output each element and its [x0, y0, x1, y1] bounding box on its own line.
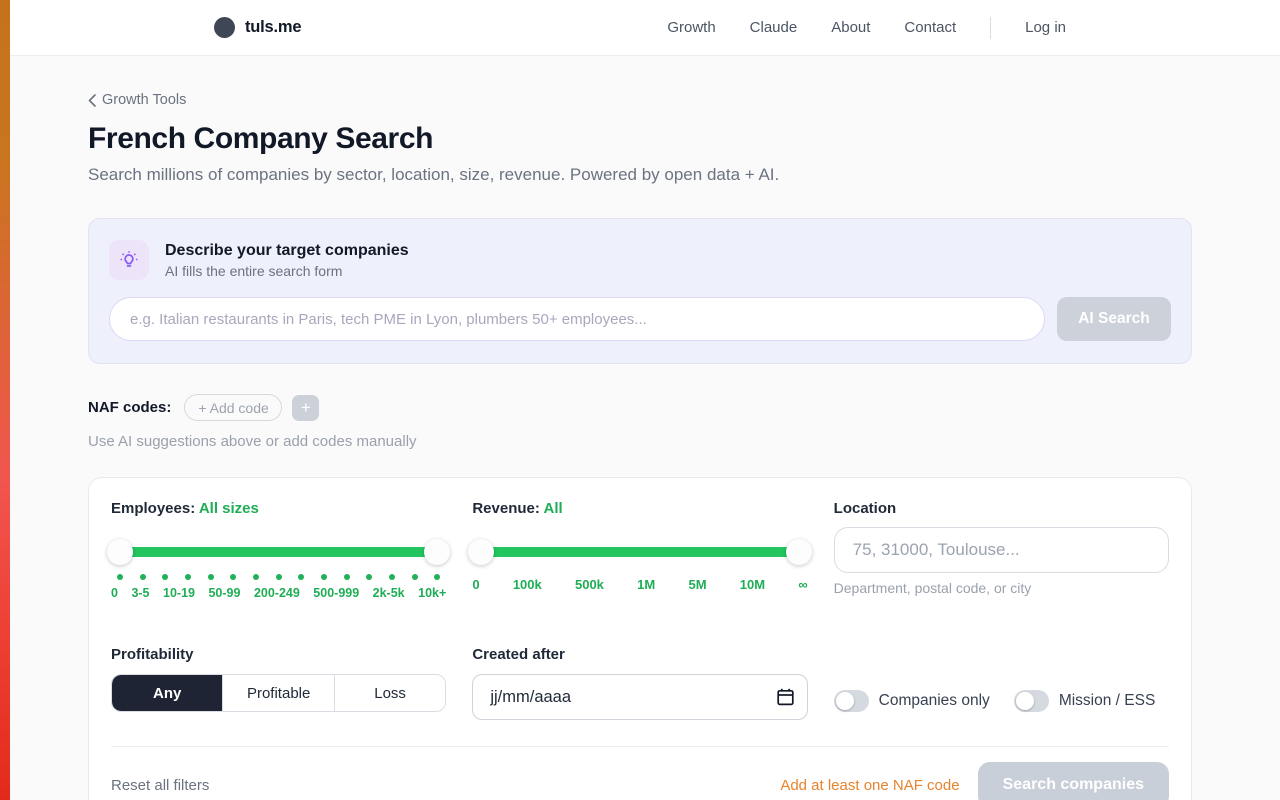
- toggle-filters: Companies only Mission / ESS: [834, 646, 1169, 720]
- profitability-label: Profitability: [111, 646, 446, 663]
- profitability-option-profitable[interactable]: Profitable: [222, 675, 333, 711]
- revenue-value: All: [543, 500, 562, 517]
- employees-range-slider: [111, 539, 446, 565]
- employees-slider-handle-max[interactable]: [424, 539, 450, 565]
- companies-only-toggle[interactable]: [834, 690, 869, 712]
- location-filter: Location Department, postal code, or cit…: [834, 500, 1169, 600]
- profitability-option-any[interactable]: Any: [112, 675, 222, 711]
- created-after-date-input[interactable]: [472, 674, 807, 720]
- location-label: Location: [834, 500, 1169, 517]
- revenue-slider-track: [478, 547, 801, 557]
- mission-ess-toggle-item[interactable]: Mission / ESS: [1014, 690, 1155, 712]
- revenue-slider-handle-max[interactable]: [786, 539, 812, 565]
- brand-circle-icon: [214, 17, 235, 38]
- nav-item-growth[interactable]: Growth: [667, 19, 715, 36]
- chevron-left-icon: [88, 94, 96, 107]
- naf-codes-label: NAF codes:: [88, 399, 171, 416]
- mission-ess-toggle[interactable]: [1014, 690, 1049, 712]
- main-content: Growth Tools French Company Search Searc…: [88, 92, 1192, 800]
- breadcrumb[interactable]: Growth Tools: [88, 92, 186, 108]
- location-input[interactable]: [834, 527, 1169, 573]
- calendar-icon[interactable]: [777, 688, 794, 706]
- mission-ess-label: Mission / ESS: [1059, 692, 1155, 710]
- companies-only-label: Companies only: [879, 692, 990, 710]
- employees-slider-track: [117, 547, 440, 557]
- search-companies-button[interactable]: Search companies: [978, 762, 1169, 800]
- brand-logo[interactable]: tuls.me: [214, 17, 301, 38]
- main-nav: Growth Claude About Contact Log in: [667, 17, 1066, 39]
- profitability-segmented-control: Any Profitable Loss: [111, 674, 446, 712]
- revenue-tick-labels: 0 100k 500k 1M 5M 10M ∞: [472, 577, 807, 592]
- ai-describe-panel: Describe your target companies AI fills …: [88, 218, 1192, 364]
- panel-footer: Reset all filters Add at least one NAF c…: [111, 762, 1169, 800]
- revenue-slider-handle-min[interactable]: [468, 539, 494, 565]
- ai-description-input[interactable]: [109, 297, 1045, 341]
- ai-search-button[interactable]: AI Search: [1057, 297, 1171, 341]
- employees-slider-handle-min[interactable]: [107, 539, 133, 565]
- revenue-label: Revenue: All: [472, 500, 807, 517]
- naf-plus-button[interactable]: +: [292, 395, 319, 421]
- naf-warning-text: Add at least one NAF code: [780, 777, 959, 794]
- filters-panel: Employees: All sizes 0 3-5 10-19 50-99 2…: [88, 477, 1192, 800]
- naf-add-code-input[interactable]: [184, 394, 282, 421]
- employees-label: Employees: All sizes: [111, 500, 446, 517]
- companies-only-toggle-item[interactable]: Companies only: [834, 690, 990, 712]
- nav-divider: [990, 17, 991, 39]
- revenue-range-slider: [472, 539, 807, 565]
- employees-slider-dots: [117, 574, 440, 580]
- header: tuls.me Growth Claude About Contact Log …: [0, 0, 1280, 56]
- employees-tick-labels: 0 3-5 10-19 50-99 200-249 500-999 2k-5k …: [111, 586, 446, 600]
- login-link[interactable]: Log in: [1025, 19, 1066, 36]
- revenue-filter: Revenue: All 0 100k 500k 1M 5M 10M ∞: [472, 500, 807, 600]
- ai-panel-title: Describe your target companies: [165, 242, 409, 260]
- profitability-filter: Profitability Any Profitable Loss: [111, 646, 446, 720]
- reset-filters-link[interactable]: Reset all filters: [111, 777, 209, 794]
- profitability-option-loss[interactable]: Loss: [334, 675, 445, 711]
- lightbulb-icon: [109, 240, 149, 280]
- location-hint: Department, postal code, or city: [834, 580, 1169, 596]
- page-accent-strip: [0, 0, 10, 800]
- brand-name: tuls.me: [245, 18, 301, 37]
- naf-codes-row: NAF codes: +: [88, 394, 1192, 421]
- employees-filter: Employees: All sizes 0 3-5 10-19 50-99 2…: [111, 500, 446, 600]
- nav-item-contact[interactable]: Contact: [904, 19, 956, 36]
- panel-divider: [111, 746, 1169, 747]
- created-after-filter: Created after: [472, 646, 807, 720]
- page-subtitle: Search millions of companies by sector, …: [88, 165, 1192, 185]
- nav-item-claude[interactable]: Claude: [750, 19, 798, 36]
- breadcrumb-label: Growth Tools: [102, 92, 186, 108]
- employees-value: All sizes: [199, 500, 259, 517]
- page-title: French Company Search: [88, 122, 1192, 156]
- created-after-label: Created after: [472, 646, 807, 663]
- naf-hint: Use AI suggestions above or add codes ma…: [88, 433, 1192, 450]
- nav-item-about[interactable]: About: [831, 19, 870, 36]
- ai-panel-subtitle: AI fills the entire search form: [165, 263, 409, 279]
